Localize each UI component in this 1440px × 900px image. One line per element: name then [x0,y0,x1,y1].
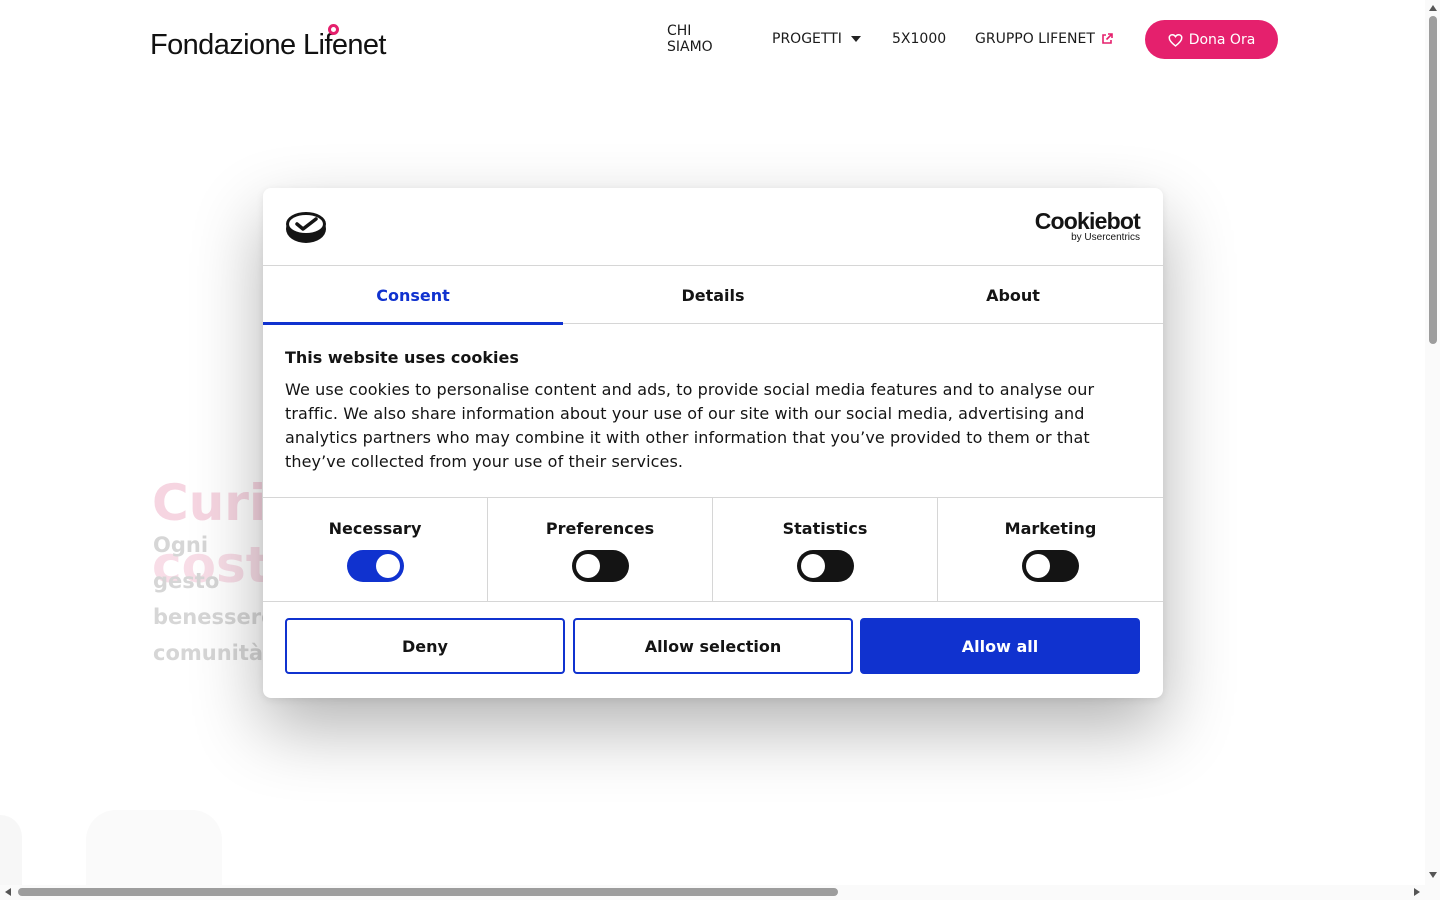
scrollbar-corner [1425,885,1440,900]
dialog-header: Cookiebot by Usercentrics [263,188,1163,266]
nav-item-progetti[interactable]: PROGETTI [772,31,861,47]
dialog-buttons: Deny Allow selection Allow all [285,618,1141,674]
toggle-group-preferences: Preferences [488,498,713,602]
page: Fondazione Lifenet CHI SIAMO PROGETTI 5X… [0,0,1440,900]
hero-subtitle: Ogni gesto benessere comunità. [153,533,276,665]
tab-consent[interactable]: Consent [263,267,563,325]
tab-details[interactable]: Details [563,267,863,324]
tab-about[interactable]: About [863,267,1163,324]
donate-label: Dona Ora [1188,31,1256,48]
scroll-down-arrow-icon[interactable] [1429,872,1437,878]
consent-toggles: Necessary Preferences Statistics Marketi… [263,497,1163,602]
brand-subtitle: by Usercentrics [1071,232,1140,243]
switch-knob [1026,554,1050,578]
marketing-switch[interactable] [1022,550,1079,582]
logo-dot-icon [328,24,339,35]
statistics-switch[interactable] [796,550,854,582]
switch-knob [375,554,400,578]
cookiebot-logo-icon [286,212,326,243]
allow-selection-button[interactable]: Allow selection [573,618,853,674]
dialog-title: This website uses cookies [285,348,519,367]
cookie-consent-dialog: Cookiebot by Usercentrics Consent Detail… [263,188,1163,698]
logo-text: Fondazione Lifenet [150,29,386,61]
heart-icon [1168,33,1183,47]
external-link-icon [1102,33,1113,44]
donate-button[interactable]: Dona Ora [1145,20,1278,59]
allow-all-button[interactable]: Allow all [860,618,1140,674]
deny-button[interactable]: Deny [285,618,565,674]
scroll-up-arrow-icon[interactable] [1429,5,1437,11]
site-logo[interactable]: Fondazione Lifenet [150,22,386,62]
toggle-group-marketing: Marketing [938,498,1163,602]
vertical-scrollbar[interactable] [1425,0,1440,885]
scroll-right-arrow-icon[interactable] [1414,888,1420,896]
preferences-switch[interactable] [571,550,629,582]
horizontal-scrollbar[interactable] [0,885,1425,900]
cookiebot-brand[interactable]: Cookiebot by Usercentrics [1034,208,1141,243]
toggle-group-necessary: Necessary [263,498,488,602]
brand-name: Cookiebot [1034,208,1141,234]
switch-knob [575,554,600,578]
dialog-tabs: Consent Details About [263,267,1163,325]
dialog-description: We use cookies to personalise content an… [285,380,1095,471]
caret-down-icon [850,36,861,42]
nav-item-gruppo-lifenet[interactable]: GRUPPO LIFENET [975,31,1113,47]
toggle-label-necessary: Necessary [328,519,422,538]
necessary-switch[interactable] [346,550,404,582]
vertical-scroll-thumb[interactable] [1429,16,1437,344]
toggle-label-preferences: Preferences [545,519,655,538]
horizontal-scroll-thumb[interactable] [18,888,838,896]
switch-knob [800,554,825,578]
toggle-group-statistics: Statistics [713,498,938,602]
nav-item-5x1000[interactable]: 5X1000 [892,31,946,47]
nav-item-chi-siamo[interactable]: CHI SIAMO [667,23,713,55]
scroll-left-arrow-icon[interactable] [5,888,11,896]
toggle-label-statistics: Statistics [782,519,868,538]
toggle-label-marketing: Marketing [1004,519,1097,538]
